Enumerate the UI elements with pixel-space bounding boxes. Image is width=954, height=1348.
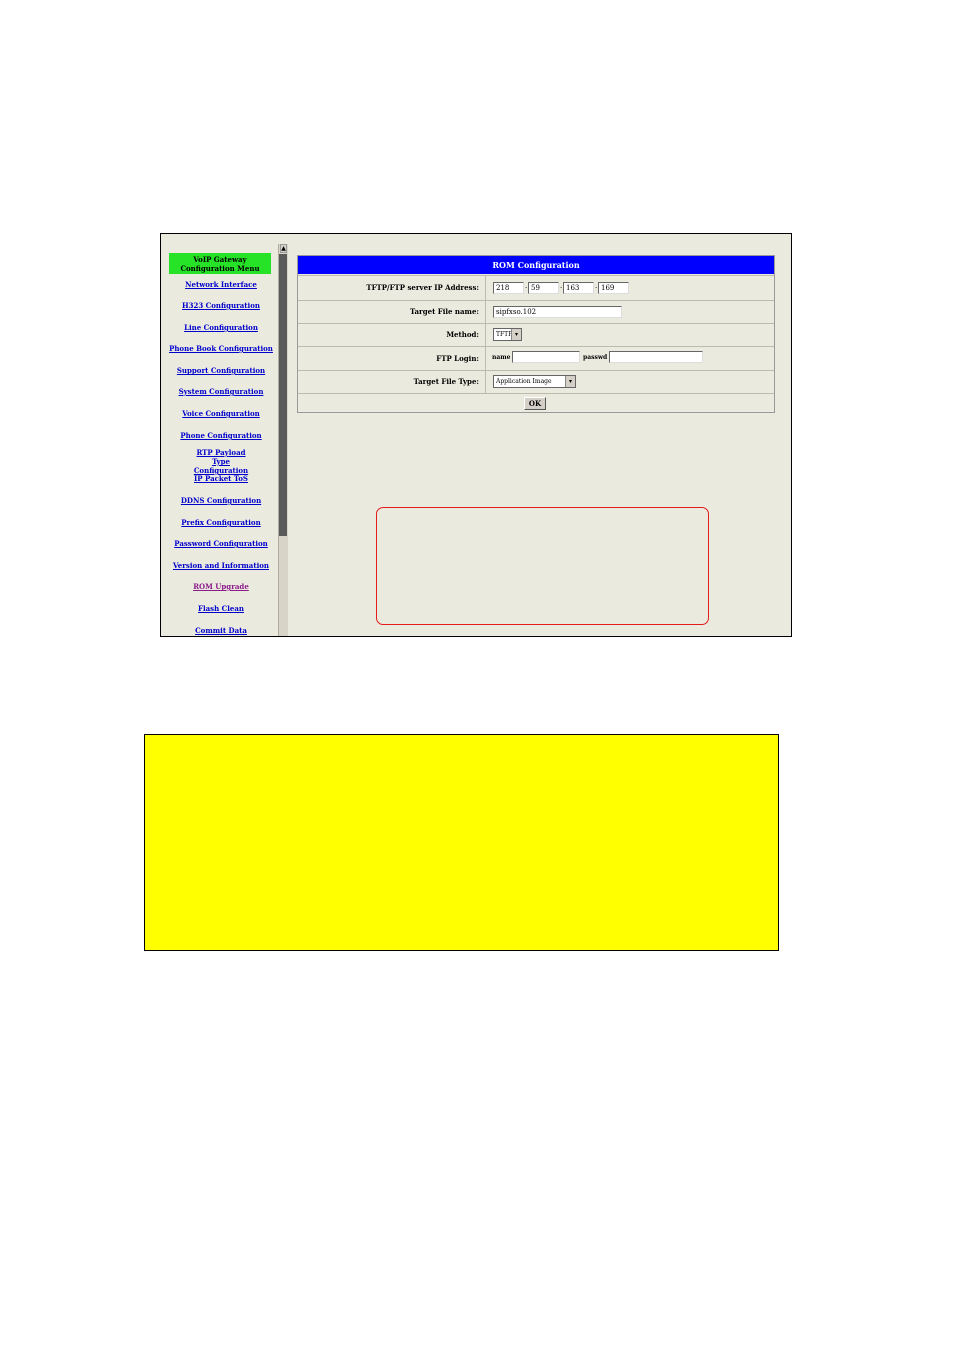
file-type-label: Target File Type: bbox=[298, 371, 486, 393]
scroll-thumb[interactable] bbox=[279, 254, 287, 536]
method-label: Method: bbox=[298, 324, 486, 346]
menu-link-ddns-configuration[interactable]: DDNS Configuration bbox=[161, 496, 281, 505]
file-type-select[interactable]: Application Image ▾ bbox=[493, 375, 576, 388]
file-name-label: Target File name: bbox=[298, 301, 486, 323]
menu-link-h323-configuration[interactable]: H323 Configuration bbox=[161, 301, 281, 310]
name-label: name bbox=[492, 354, 511, 361]
browser-screenshot: VoIP Gateway Configuration Menu Network … bbox=[160, 233, 792, 637]
menu-link-ip-packet-tos[interactable]: IP Packet ToS bbox=[161, 474, 281, 483]
menu-link-system-configuration[interactable]: System Configuration bbox=[161, 387, 281, 396]
menu-frame: VoIP Gateway Configuration Menu Network … bbox=[161, 234, 289, 636]
menu-link-version-information[interactable]: Version and Information bbox=[161, 561, 281, 570]
menu-link-line-configuration[interactable]: Line Configuration bbox=[161, 323, 281, 332]
menu-link-rom-upgrade[interactable]: ROM Upgrade bbox=[161, 582, 281, 591]
note-box bbox=[144, 734, 779, 951]
file-name-input[interactable]: sipfxso.102 bbox=[493, 306, 622, 318]
ftp-login-label: FTP Login: bbox=[298, 347, 486, 370]
ip-address-row: TFTP/FTP server IP Address: 218 . 59 . 1… bbox=[298, 275, 774, 300]
passwd-label: passwd bbox=[583, 354, 608, 361]
menu-link-phone-configuration[interactable]: Phone Configuration bbox=[161, 431, 281, 440]
ip-octet-1-input[interactable]: 218 bbox=[493, 282, 524, 294]
ftp-login-row: FTP Login: name passwd bbox=[298, 346, 774, 370]
menu-scrollbar[interactable]: ▲ bbox=[278, 244, 288, 636]
menu-link-flash-clean[interactable]: Flash Clean bbox=[161, 604, 281, 613]
chevron-down-icon: ▾ bbox=[565, 376, 575, 387]
chevron-down-icon: ▾ bbox=[511, 329, 521, 340]
menu-link-prefix-configuration[interactable]: Prefix Configuration bbox=[161, 518, 281, 527]
menu-link-phone-book-configuration[interactable]: Phone Book Configuration bbox=[161, 344, 281, 353]
ftp-name-input[interactable] bbox=[512, 351, 580, 363]
method-row: Method: TFTP ▾ bbox=[298, 323, 774, 346]
menu-link-password-configuration[interactable]: Password Configuration bbox=[161, 539, 281, 548]
file-type-row: Target File Type: Application Image ▾ bbox=[298, 370, 774, 393]
scroll-up-arrow-icon[interactable]: ▲ bbox=[280, 244, 287, 253]
panel-title: ROM Configuration bbox=[298, 256, 774, 274]
method-select[interactable]: TFTP ▾ bbox=[493, 328, 522, 341]
rom-configuration-panel: ROM Configuration TFTP/FTP server IP Add… bbox=[297, 255, 775, 413]
ip-address-label: TFTP/FTP server IP Address: bbox=[298, 276, 486, 300]
menu-link-rtp-payload-type[interactable]: RTP Payload Type Configuration bbox=[191, 448, 251, 475]
highlight-annotation-box bbox=[376, 507, 709, 625]
file-name-row: Target File name: sipfxso.102 bbox=[298, 300, 774, 323]
ip-octet-2-input[interactable]: 59 bbox=[528, 282, 559, 294]
menu-header: VoIP Gateway Configuration Menu bbox=[169, 253, 271, 274]
menu-link-support-configuration[interactable]: Support Configuration bbox=[161, 366, 281, 375]
menu-link-network-interface[interactable]: Network Interface bbox=[161, 280, 281, 289]
ip-octet-4-input[interactable]: 169 bbox=[598, 282, 629, 294]
menu-link-voice-configuration[interactable]: Voice Configuration bbox=[161, 409, 281, 418]
menu-link-commit-data[interactable]: Commit Data bbox=[161, 626, 281, 635]
ftp-password-input[interactable] bbox=[609, 351, 703, 363]
ip-octet-3-input[interactable]: 163 bbox=[563, 282, 594, 294]
ok-button[interactable]: OK bbox=[524, 397, 546, 410]
